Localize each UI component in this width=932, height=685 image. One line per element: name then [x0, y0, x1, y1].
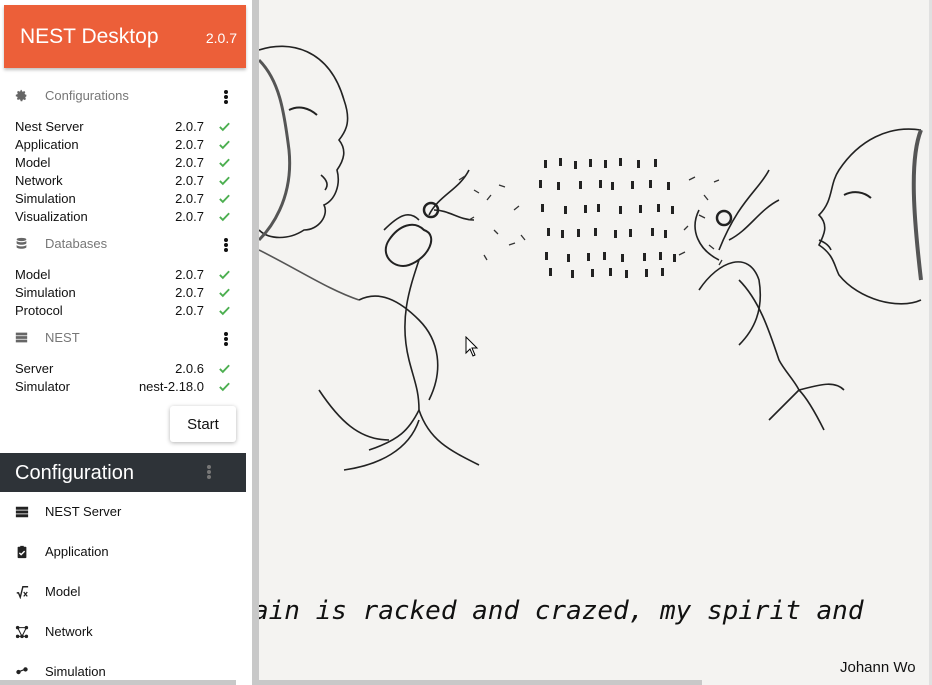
databases-menu-button[interactable] — [222, 238, 230, 252]
check-icon — [219, 158, 230, 168]
nest-desktop-window: NEST Desktop 2.0.7 Configurations Nest S… — [0, 0, 932, 685]
check-icon — [219, 194, 230, 204]
left-face-sketch — [259, 45, 439, 441]
nest-menu-button[interactable] — [222, 332, 230, 346]
configurations-section-header: Configurations — [0, 86, 246, 108]
list-item: Simulation 2.0.7 — [15, 190, 233, 208]
server-icon — [15, 506, 29, 518]
right-neuron-sketch — [694, 169, 845, 431]
right-horizontal-scrollbar[interactable] — [259, 680, 702, 685]
configurations-menu-button[interactable] — [222, 90, 230, 104]
list-item: Simulation 2.0.7 — [15, 284, 233, 302]
databases-list: Model 2.0.7 Simulation 2.0.7 Protocol 2.0.7 — [15, 266, 233, 320]
left-vertical-scrollbar[interactable] — [252, 0, 259, 685]
check-icon — [219, 288, 230, 298]
configuration-title: Configuration — [15, 462, 134, 484]
app-title: NEST Desktop — [20, 25, 159, 48]
databases-title: Databases — [45, 236, 108, 251]
simulation-icon — [16, 667, 28, 675]
configurations-list: Nest Server 2.0.7 Application 2.0.7 Model 2… — [15, 118, 233, 226]
clipboard-check-icon — [17, 545, 27, 559]
list-item: Protocol 2.0.7 — [15, 302, 233, 320]
server-icon — [15, 332, 28, 343]
nav-item-label: Simulation — [45, 664, 106, 679]
nav-item-application[interactable]: Application — [0, 532, 246, 572]
main-content: ain is racked and crazed, my spirit and … — [259, 0, 932, 685]
check-icon — [219, 212, 230, 222]
left-horizontal-scrollbar[interactable] — [0, 680, 236, 685]
database-icon — [16, 237, 27, 249]
configurations-title: Configurations — [45, 88, 129, 103]
list-item: Nest Server 2.0.7 — [15, 118, 233, 136]
list-item: Application 2.0.7 — [15, 136, 233, 154]
left-panel: NEST Desktop 2.0.7 Configurations Nest S… — [0, 0, 252, 685]
nav-item-network[interactable]: Network — [0, 612, 246, 652]
mouse-cursor-icon — [465, 336, 479, 357]
neuron-drawing-illustration — [259, 45, 923, 471]
configuration-header: Configuration — [0, 453, 246, 492]
gear-icon — [15, 89, 27, 102]
check-icon — [219, 364, 230, 374]
list-item: Server 2.0.6 — [15, 360, 233, 378]
spike-raster-sketch — [539, 158, 676, 278]
right-face-sketch — [698, 128, 923, 346]
list-item: Network 2.0.7 — [15, 172, 233, 190]
graph-icon — [15, 625, 29, 639]
nest-title: NEST — [45, 330, 80, 345]
check-icon — [219, 382, 230, 392]
check-icon — [219, 122, 230, 132]
start-button[interactable]: Start — [170, 406, 236, 442]
nest-list: Server 2.0.6 Simulator nest-2.18.0 — [15, 360, 233, 396]
configuration-menu-button[interactable] — [205, 465, 213, 479]
nav-item-label: Model — [45, 584, 81, 599]
spike-fragments-sketch — [458, 175, 723, 266]
function-icon — [16, 586, 29, 599]
check-icon — [219, 270, 230, 280]
quote-text: ain is racked and crazed, my spirit and — [259, 596, 864, 626]
list-item: Model 2.0.7 — [15, 266, 233, 284]
check-icon — [219, 140, 230, 150]
nav-item-nest-server[interactable]: NEST Server — [0, 492, 246, 532]
check-icon — [219, 306, 230, 316]
left-neuron-sketch — [343, 169, 480, 471]
list-item: Simulator nest-2.18.0 — [15, 378, 233, 396]
nav-item-label: Network — [45, 624, 93, 639]
nest-section-header: NEST — [0, 328, 246, 350]
nav-item-label: NEST Server — [45, 504, 122, 519]
list-item: Visualization 2.0.7 — [15, 208, 233, 226]
app-version: 2.0.7 — [205, 30, 237, 46]
nav-item-label: Application — [45, 544, 109, 559]
check-icon — [219, 176, 230, 186]
list-item: Model 2.0.7 — [15, 154, 233, 172]
quote-author: Johann Wo — [840, 659, 916, 676]
app-header: NEST Desktop 2.0.7 — [4, 5, 246, 68]
databases-section-header: Databases — [0, 234, 246, 256]
nav-item-model[interactable]: Model — [0, 572, 246, 612]
